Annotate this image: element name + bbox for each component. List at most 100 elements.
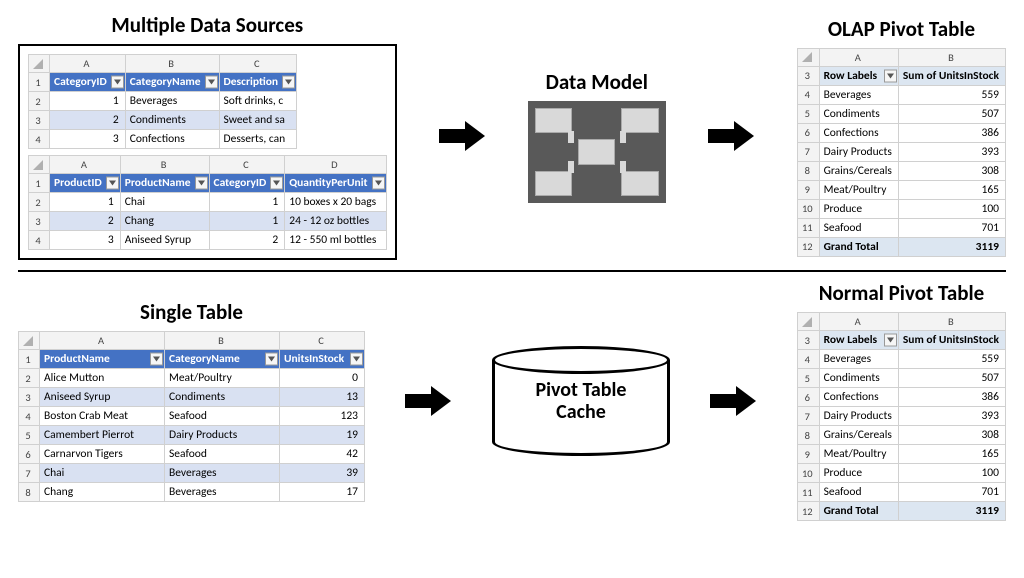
select-all-icon[interactable] [29,55,50,73]
title-multi-sources: Multiple Data Sources [111,12,303,38]
row-header[interactable]: 11 [797,483,819,502]
table-row: 21Chai110 boxes x 20 bags [29,193,387,212]
row-header[interactable]: 6 [797,123,819,142]
filter-icon[interactable] [884,69,897,82]
select-all-icon[interactable] [29,156,50,174]
header-productname[interactable]: ProductName [40,350,165,369]
table-row: 6Confections386 [797,388,1005,407]
row-header[interactable]: 7 [797,407,819,426]
row-header[interactable]: 12 [797,502,819,521]
col-header[interactable]: A [50,156,121,174]
header-description[interactable]: Description [219,73,297,92]
table-row: 5Condiments507 [797,369,1005,388]
arrow-icon [439,121,485,151]
table-row: 32Chang124 - 12 oz bottles [29,212,387,231]
col-header[interactable]: C [280,332,365,350]
filter-icon[interactable] [265,353,278,366]
row-header[interactable]: 3 [797,331,819,350]
row-header[interactable]: 8 [797,161,819,180]
col-header[interactable]: B [898,313,1005,331]
data-model-icon [528,101,666,203]
header-categoryname[interactable]: CategoryName [125,73,219,92]
filter-icon[interactable] [106,177,119,190]
header-categoryid2[interactable]: CategoryID [209,174,285,193]
row-header[interactable]: 5 [797,369,819,388]
normal-pivot-table: AB 3Row LabelsSum of UnitsInStock4Beverag… [797,312,1006,521]
row-header[interactable]: 5 [797,104,819,123]
select-all-icon[interactable] [19,332,40,350]
row-header[interactable]: 9 [797,445,819,464]
filter-icon[interactable] [350,353,363,366]
header-categoryname[interactable]: CategoryName [165,350,280,369]
row-header[interactable]: 6 [19,445,40,464]
header-productname[interactable]: ProductName [120,174,209,193]
row-header[interactable]: 5 [19,426,40,445]
filter-icon[interactable] [205,76,218,89]
col-header[interactable]: C [219,55,297,73]
col-header[interactable]: A [40,332,165,350]
table-row: 5Camembert PierrotDairy Products19 [19,426,365,445]
header-categoryid[interactable]: CategoryID [50,73,126,92]
col-header[interactable]: D [285,156,386,174]
table-row: 10Produce100 [797,199,1005,218]
row-header[interactable]: 12 [797,237,819,256]
pivot-cache-col: Pivot TableCache [492,346,670,456]
col-header[interactable]: B [125,55,219,73]
table-row: 4Beverages559 [797,85,1005,104]
single-table: A B C 1 ProductName CategoryName UnitsIn… [18,331,365,502]
col-header[interactable]: B [165,332,280,350]
filter-icon[interactable] [150,353,163,366]
filter-icon[interactable] [884,334,897,347]
filter-icon[interactable] [372,177,385,190]
row-header[interactable]: 4 [797,85,819,104]
row-header[interactable]: 7 [19,464,40,483]
pivot-row-labels[interactable]: Row Labels [819,66,898,85]
row-header[interactable]: 3 [19,388,40,407]
row-header[interactable]: 1 [29,73,50,92]
col-header[interactable]: A [819,313,898,331]
col-header[interactable]: B [120,156,209,174]
header-qpu[interactable]: QuantityPerUnit [285,174,386,193]
row-header[interactable]: 7 [797,142,819,161]
col-header[interactable]: A [819,48,898,66]
col-header[interactable]: B [898,48,1005,66]
pivot-row-labels[interactable]: Row Labels [819,331,898,350]
row-header[interactable]: 1 [19,350,40,369]
select-all-icon[interactable] [797,313,819,331]
header-unitsinstock[interactable]: UnitsInStock [280,350,365,369]
table-row: 4Beverages559 [797,350,1005,369]
filter-icon[interactable] [111,76,124,89]
row-header[interactable]: 2 [19,369,40,388]
title-normal-pivot: Normal Pivot Table [819,280,985,306]
col-header[interactable]: C [209,156,285,174]
pivot-values-header[interactable]: Sum of UnitsInStock [898,66,1005,85]
row-header[interactable]: 4 [19,407,40,426]
cylinder-icon: Pivot TableCache [492,346,670,456]
row-header[interactable]: 9 [797,180,819,199]
row-header[interactable]: 4 [797,350,819,369]
row-header[interactable]: 11 [797,218,819,237]
filter-icon[interactable] [195,177,208,190]
row-header[interactable]: 8 [19,483,40,502]
table-row: 9Meat/Poultry165 [797,445,1005,464]
table-row: 5Condiments507 [797,104,1005,123]
bottom-row: Single Table A B C 1 ProductName Categor… [18,280,1006,521]
table-row: 9Meat/Poultry165 [797,180,1005,199]
row-header[interactable]: 10 [797,199,819,218]
row-header[interactable]: 3 [797,66,819,85]
select-all-icon[interactable] [797,48,819,66]
filter-icon[interactable] [282,76,295,89]
row-header[interactable]: 8 [797,426,819,445]
col-header[interactable]: A [50,55,126,73]
header-productid[interactable]: ProductID [50,174,121,193]
row-header[interactable]: 1 [29,174,50,193]
top-row: Multiple Data Sources A B C 1 CategoryID… [18,12,1006,260]
table-row: 8Grains/Cereals308 [797,426,1005,445]
row-header[interactable]: 10 [797,464,819,483]
normal-pivot-col: Normal Pivot Table AB 3Row LabelsSum of U… [797,280,1006,521]
multi-sources-box: A B C 1 CategoryID CategoryName Descript… [18,44,397,260]
filter-icon[interactable] [270,177,283,190]
row-header[interactable]: 6 [797,388,819,407]
pivot-values-header[interactable]: Sum of UnitsInStock [898,331,1005,350]
table-row: 6Confections386 [797,123,1005,142]
